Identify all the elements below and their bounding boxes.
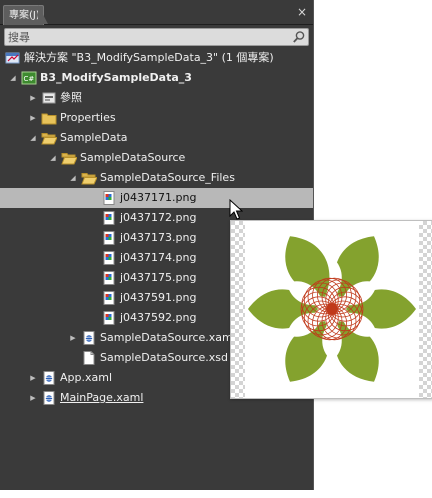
collapsed-arrow-icon[interactable]: ▶	[28, 368, 38, 388]
tree-item-label: j0437592.png	[120, 311, 197, 324]
expanded-arrow-icon[interactable]: ◢	[68, 168, 78, 188]
mouse-cursor-icon	[229, 199, 243, 220]
collapsed-arrow-icon[interactable]: ▶	[68, 328, 78, 348]
png-file-icon	[101, 231, 117, 245]
tree-item[interactable]: ◢ SampleDataSource	[0, 148, 313, 168]
collapsed-arrow-icon[interactable]: ▶	[28, 88, 38, 108]
tree-item-label: SampleDataSource_Files	[100, 171, 235, 184]
tree-item-label: 參照	[60, 91, 82, 104]
tree-item-label: SampleData	[60, 131, 128, 144]
xaml-file-icon	[41, 391, 57, 405]
close-icon[interactable]: ×	[297, 5, 307, 19]
image-preview-tooltip	[230, 220, 432, 399]
folder-open-icon	[41, 131, 58, 145]
xaml-file-icon	[81, 331, 97, 345]
tree-item-label: j0437175.png	[120, 271, 197, 284]
folder-icon	[41, 111, 57, 125]
tree-item-label: j0437171.png	[120, 191, 197, 204]
tree-item-label: SampleDataSource.xaml	[100, 331, 236, 344]
tree-item-label: j0437173.png	[120, 231, 197, 244]
tree-item-label: j0437172.png	[120, 211, 197, 224]
tree-item[interactable]: j0437171.png	[0, 188, 313, 208]
lotus-preview-image	[231, 221, 432, 398]
expanded-arrow-icon[interactable]: ◢	[48, 148, 58, 168]
search-icon[interactable]	[292, 30, 306, 44]
png-file-icon	[101, 311, 117, 325]
tree-item[interactable]: ◢ C# B3_ModifySampleData_3	[0, 68, 313, 88]
tree-item[interactable]: 解決方案 "B3_ModifySampleData_3" (1 個專案)	[0, 48, 313, 68]
references-icon	[41, 91, 57, 105]
folder-open-icon	[81, 171, 98, 185]
tree-item-label: 解決方案 "B3_ModifySampleData_3" (1 個專案)	[24, 51, 274, 64]
xsd-file-icon	[81, 351, 97, 365]
expanded-arrow-icon[interactable]: ◢	[28, 128, 38, 148]
collapsed-arrow-icon[interactable]: ▶	[28, 388, 38, 408]
tree-item-label: B3_ModifySampleData_3	[40, 71, 192, 84]
png-file-icon	[101, 251, 117, 265]
folder-open-icon	[61, 151, 78, 165]
tree-item[interactable]: ◢ SampleDataSource_Files	[0, 168, 313, 188]
tree-item-label: App.xaml	[60, 371, 113, 384]
png-file-icon	[101, 191, 117, 205]
collapsed-arrow-icon[interactable]: ▶	[28, 108, 38, 128]
tree-item-label: SampleDataSource	[80, 151, 186, 164]
png-file-icon	[101, 271, 117, 285]
tree-item-label: SampleDataSource.xsd	[100, 351, 229, 364]
solution-icon	[5, 51, 21, 65]
search-input[interactable]	[8, 29, 288, 45]
panel-tab-bar: 專案(J) ×	[0, 0, 313, 25]
tree-item-label: MainPage.xaml	[60, 391, 144, 404]
svg-text:C#: C#	[24, 75, 35, 83]
tree-item[interactable]: ▶ 參照	[0, 88, 313, 108]
png-file-icon	[101, 211, 117, 225]
csharp-project-icon: C#	[21, 71, 37, 85]
tree-item[interactable]: ▶ Properties	[0, 108, 313, 128]
tree-item-label: Properties	[60, 111, 116, 124]
expanded-arrow-icon[interactable]: ◢	[8, 68, 18, 88]
tab-edge	[38, 5, 48, 24]
tree-item-label: j0437174.png	[120, 251, 197, 264]
png-file-icon	[101, 291, 117, 305]
tree-item[interactable]: ◢ SampleData	[0, 128, 313, 148]
tree-item-label: j0437591.png	[120, 291, 197, 304]
lotus-center	[326, 303, 338, 315]
search-box[interactable]	[4, 28, 309, 46]
xaml-file-icon	[41, 371, 57, 385]
